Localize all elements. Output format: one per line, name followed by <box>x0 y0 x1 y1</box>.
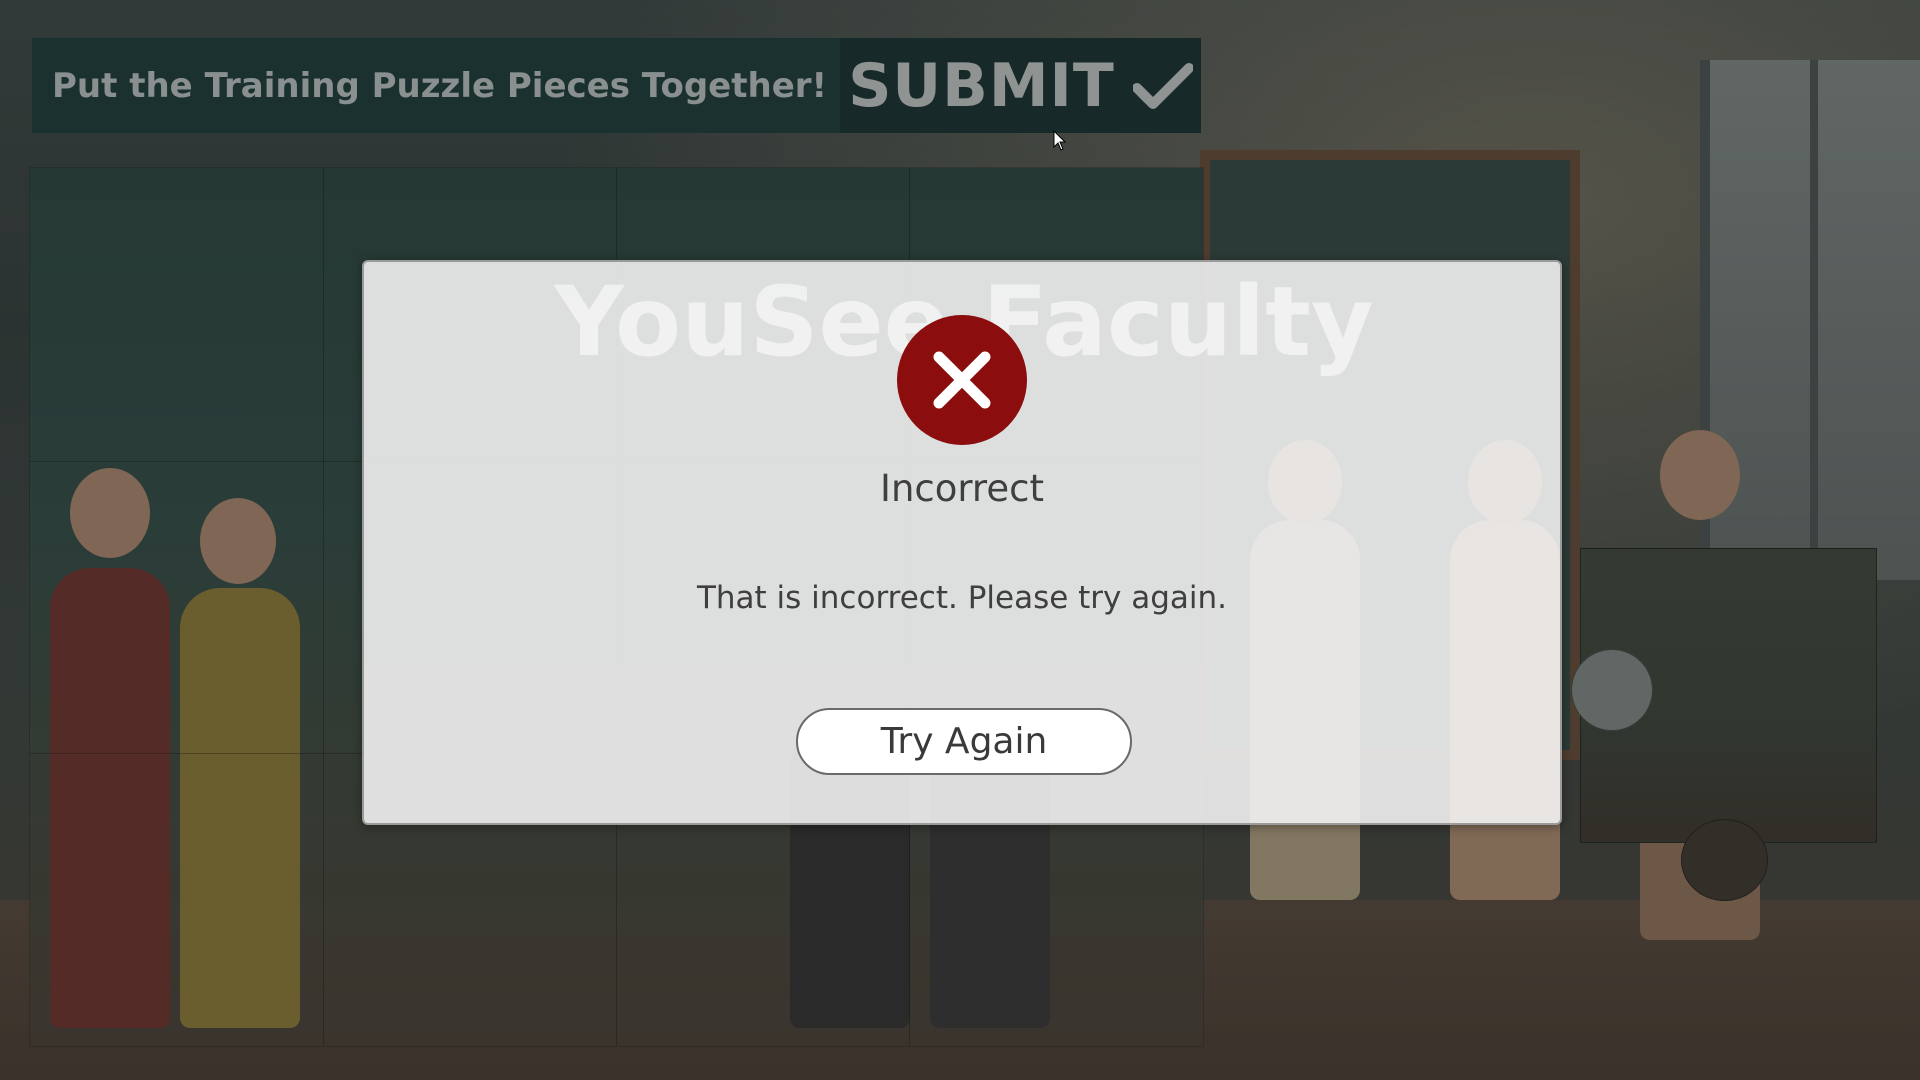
dialog-message: That is incorrect. Please try again. <box>696 580 1228 616</box>
try-again-button[interactable]: Try Again <box>796 708 1132 775</box>
mouse-cursor-icon <box>1053 130 1067 151</box>
dialog-title: Incorrect <box>880 467 1044 510</box>
puzzle-game-stage: Put the Training Puzzle Pieces Together!… <box>0 0 1920 1080</box>
close-circle-icon <box>897 315 1027 445</box>
feedback-dialog: YouSee Faculty Incorrect That is incorre… <box>362 260 1562 825</box>
